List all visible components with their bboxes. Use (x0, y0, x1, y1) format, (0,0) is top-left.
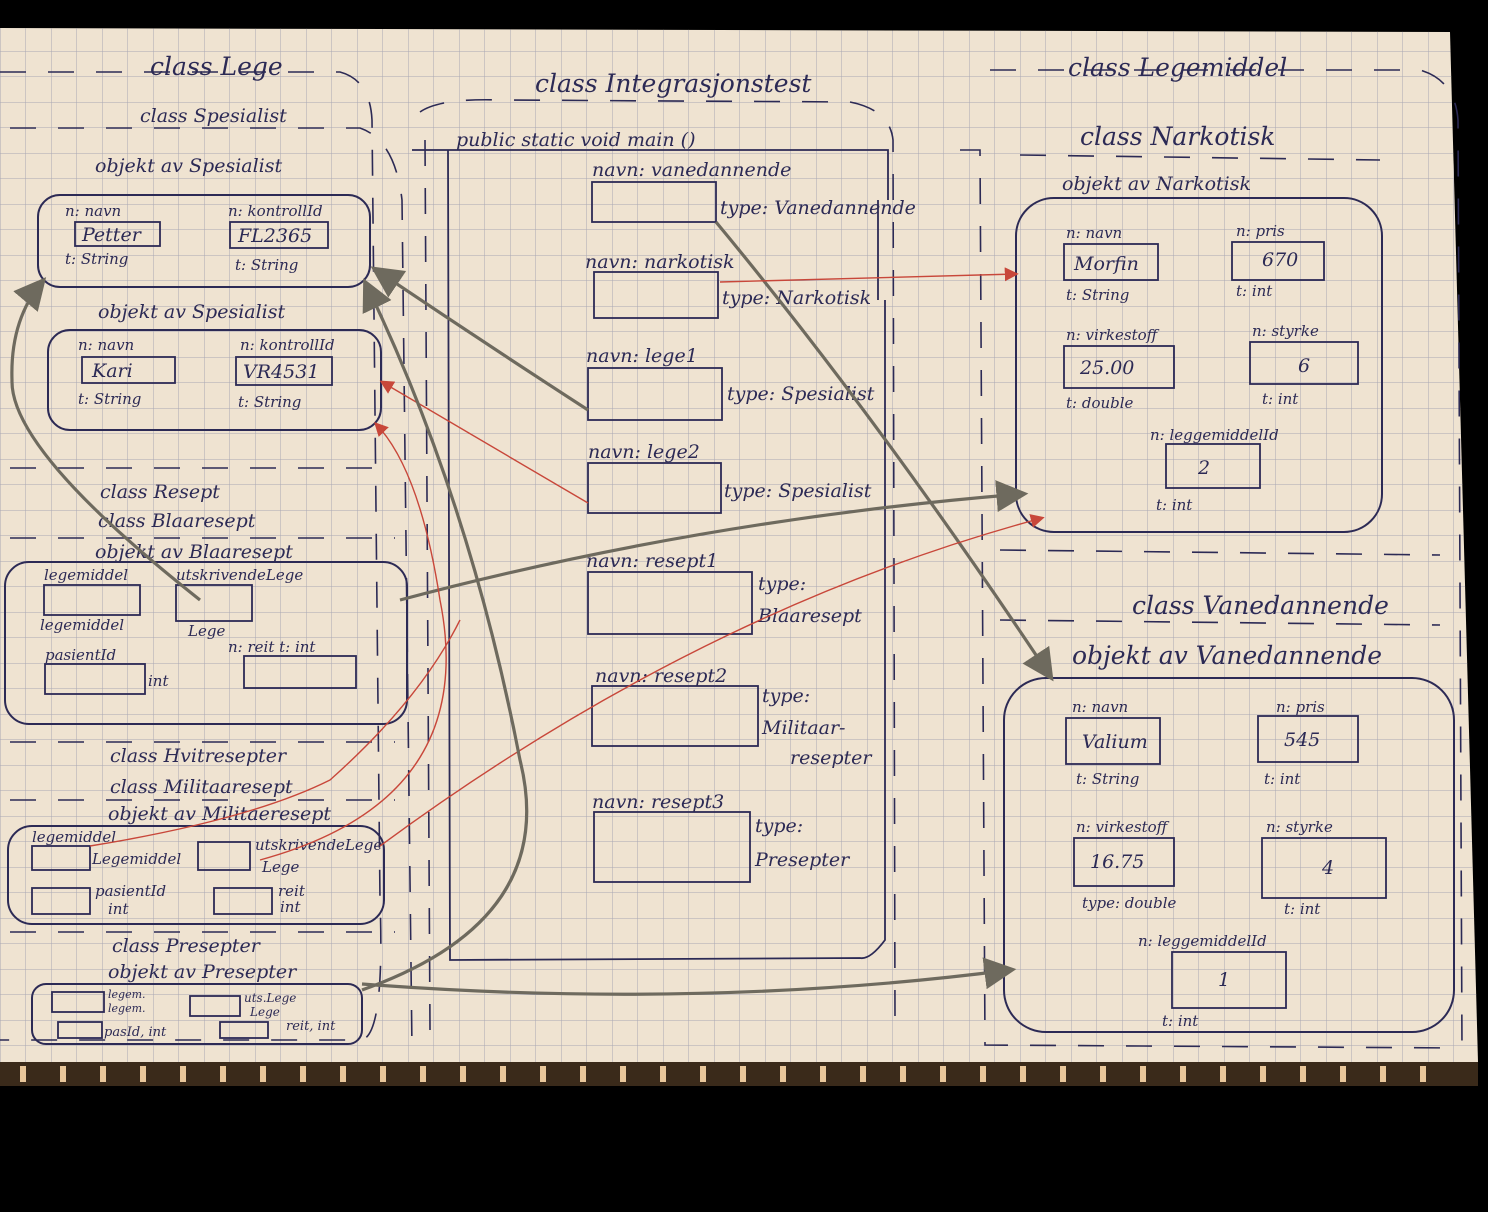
field-type: t: String (1066, 286, 1129, 304)
presepter-object-title: objekt av Presepter (108, 961, 298, 983)
field-type: t: int (1284, 900, 1321, 918)
value-16-75: 16.75 (1090, 851, 1144, 873)
field-label: n: leggemiddelId (1150, 426, 1279, 444)
var-type: type: Narkotisk (722, 287, 871, 309)
field-type: t: double (1066, 394, 1134, 412)
field-label: n: styrke (1266, 818, 1333, 836)
var-type: Militaar- (761, 717, 845, 739)
field-label: n: navn (78, 336, 134, 354)
field-label: n: pris (1236, 222, 1285, 240)
field-type: Lege (249, 1005, 280, 1019)
field-label: n: reit t: int (228, 638, 316, 656)
field-label: uts.Lege (244, 991, 296, 1005)
class-hvitresepter-title: class Hvitresepter (110, 745, 288, 767)
field-type: int (148, 672, 169, 690)
value-petter: Petter (81, 224, 143, 246)
field-label: n: navn (1072, 698, 1128, 716)
field-type: t: int (1162, 1012, 1199, 1030)
field-label: n: pris (1276, 698, 1325, 716)
field-label: n: styrke (1252, 322, 1319, 340)
notebook-diagram: class Lege class Spesialist objekt av Sp… (0, 28, 1478, 1086)
field-label: legem. (108, 988, 146, 1001)
var-name: navn: lege2 (588, 441, 700, 463)
field-type: t: String (235, 256, 298, 274)
blaaresept-object-title: objekt av Blaaresept (95, 541, 293, 563)
field-type: t: String (78, 390, 141, 408)
field-label: n: navn (1066, 224, 1122, 242)
main-method-signature: public static void main () (456, 129, 695, 151)
class-blaaresept-title: class Blaaresept (98, 510, 256, 532)
value-25-00: 25.00 (1079, 357, 1134, 379)
field-label: n: leggemiddelId (1138, 932, 1267, 950)
field-type: t: String (238, 393, 301, 411)
value-4: 4 (1321, 857, 1334, 879)
var-type: Presepter (754, 849, 851, 871)
value-fl2365: FL2365 (237, 225, 312, 247)
var-type: type: Vanedannende (720, 197, 916, 219)
militaeresept-object-title: objekt av Militaeresept (108, 803, 331, 825)
field-label: n: navn (65, 202, 121, 220)
narkotisk-object-title: objekt av Narkotisk (1062, 173, 1251, 195)
value-2: 2 (1197, 457, 1210, 479)
var-type: type: Spesialist (724, 480, 872, 502)
field-type: t: String (1076, 770, 1139, 788)
var-name: navn: lege1 (586, 345, 698, 367)
value-vr4531: VR4531 (243, 361, 319, 383)
var-name: navn: vanedannende (592, 159, 791, 181)
value-kari: Kari (91, 360, 133, 382)
var-name: navn: narkotisk (585, 251, 735, 273)
field-label: legemiddel (44, 566, 128, 584)
field-type: Legemiddel (91, 850, 181, 868)
field-label: utskrivendeLege (176, 566, 303, 584)
field-type: t: int (1236, 282, 1273, 300)
field-type: Lege (261, 858, 299, 876)
field-type: type: double (1082, 894, 1176, 912)
class-vanedannende-title: class Vanedannende (1132, 591, 1389, 620)
spesialist-object-2-title: objekt av Spesialist (98, 301, 286, 323)
class-militaaresept-title: class Militaaresept (110, 776, 293, 798)
value-545: 545 (1284, 729, 1320, 751)
value-670: 670 (1262, 249, 1298, 271)
class-legemiddel-title: class Legemiddel (1068, 53, 1287, 82)
field-label: n: kontrollId (240, 336, 335, 354)
field-type: t: int (1264, 770, 1301, 788)
field-label: n: kontrollId (228, 202, 323, 220)
field-type: t: int (1262, 390, 1299, 408)
class-resept-title: class Resept (100, 481, 220, 503)
field-type: int (280, 898, 301, 916)
field-label: n: virkestoff (1076, 818, 1170, 836)
var-name: navn: resept3 (592, 791, 724, 813)
field-label: pasId, int (104, 1025, 167, 1040)
field-type: legemiddel (40, 616, 124, 634)
value-6: 6 (1298, 355, 1310, 377)
field-type: legem. (108, 1002, 146, 1015)
value-morfin: Morfin (1073, 253, 1139, 275)
field-type: t: String (65, 250, 128, 268)
class-integrasjonstest-title: class Integrasjonstest (535, 69, 812, 98)
spesialist-object-1-title: objekt av Spesialist (95, 155, 283, 177)
field-label: n: virkestoff (1066, 326, 1160, 344)
field-label: utskrivendeLege (255, 836, 382, 854)
field-type: int (108, 900, 129, 918)
var-type: type: (755, 815, 803, 837)
var-type: Blaaresept (757, 605, 862, 627)
var-type: type: (762, 685, 810, 707)
class-spesialist-title: class Spesialist (140, 105, 287, 127)
field-label: pasientId (95, 882, 166, 900)
class-presepter-title: class Presepter (112, 935, 262, 957)
field-label: reit, int (286, 1019, 336, 1034)
value-1: 1 (1218, 969, 1230, 991)
field-type: Lege (187, 622, 225, 640)
vanedannende-object-title: objekt av Vanedannende (1072, 641, 1382, 670)
field-type: t: int (1156, 496, 1193, 514)
value-valium: Valium (1082, 731, 1148, 753)
class-narkotisk-title: class Narkotisk (1080, 122, 1275, 151)
var-type: type: (758, 573, 806, 595)
field-label: pasientId (45, 646, 116, 664)
class-lege-title: class Lege (150, 52, 283, 81)
var-type: resepter (790, 747, 873, 769)
